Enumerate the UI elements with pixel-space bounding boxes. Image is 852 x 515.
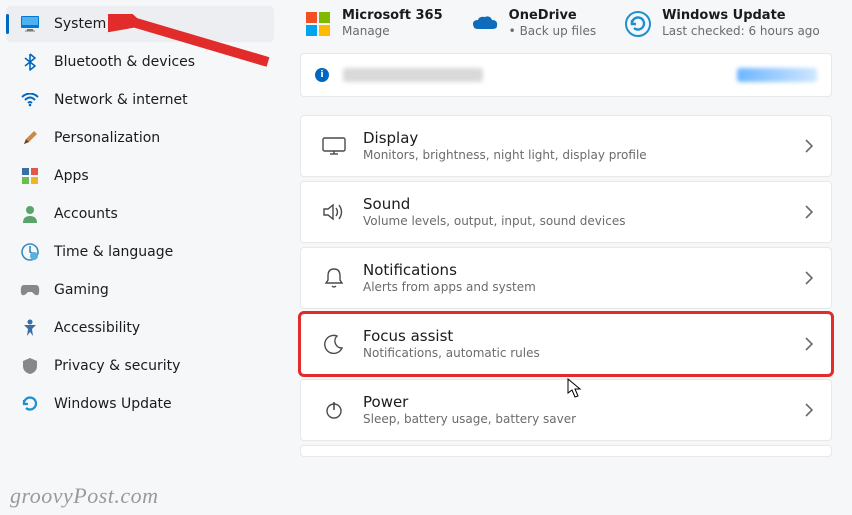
sidebar-item-label: System	[54, 16, 106, 32]
setting-title: Sound	[363, 195, 625, 215]
top-card-title: OneDrive	[509, 8, 596, 24]
bluetooth-icon	[20, 52, 40, 72]
clock-globe-icon	[20, 242, 40, 262]
monitor-icon	[20, 14, 40, 34]
chevron-right-icon	[805, 403, 813, 417]
display-icon	[315, 137, 353, 155]
sidebar-item-label: Accessibility	[54, 320, 140, 336]
sidebar-item-label: Bluetooth & devices	[54, 54, 195, 70]
sidebar-item-gaming[interactable]: Gaming	[6, 272, 274, 308]
setting-focus-assist[interactable]: Focus assist Notifications, automatic ru…	[300, 313, 832, 375]
sidebar-item-label: Privacy & security	[54, 358, 180, 374]
gamepad-icon	[20, 280, 40, 300]
main-content: Microsoft 365 Manage OneDrive • Back up …	[280, 0, 852, 515]
person-icon	[20, 204, 40, 224]
moon-icon	[315, 334, 353, 354]
sidebar-item-system[interactable]: System	[6, 6, 274, 42]
info-icon: i	[315, 68, 329, 82]
setting-title: Display	[363, 129, 647, 149]
grid-icon	[20, 166, 40, 186]
sidebar-item-bluetooth[interactable]: Bluetooth & devices	[6, 44, 274, 80]
setting-partial[interactable]	[300, 445, 832, 457]
setting-power[interactable]: Power Sleep, battery usage, battery save…	[300, 379, 832, 441]
redacted-text	[343, 68, 483, 82]
sidebar-item-label: Apps	[54, 168, 89, 184]
sidebar-item-apps[interactable]: Apps	[6, 158, 274, 194]
top-card-microsoft365[interactable]: Microsoft 365 Manage	[304, 8, 443, 39]
setting-title: Focus assist	[363, 327, 540, 347]
setting-sound[interactable]: Sound Volume levels, output, input, soun…	[300, 181, 832, 243]
sidebar-item-label: Gaming	[54, 282, 109, 298]
sidebar-item-network[interactable]: Network & internet	[6, 82, 274, 118]
sidebar-item-label: Accounts	[54, 206, 118, 222]
top-card-windows-update[interactable]: Windows Update Last checked: 6 hours ago	[624, 8, 820, 39]
sidebar-item-label: Network & internet	[54, 92, 188, 108]
setting-sub: Alerts from apps and system	[363, 280, 536, 296]
shield-icon	[20, 356, 40, 376]
sidebar-item-personalization[interactable]: Personalization	[6, 120, 274, 156]
top-card-title: Windows Update	[662, 8, 820, 24]
accessibility-icon	[20, 318, 40, 338]
power-icon	[315, 400, 353, 420]
setting-sub: Volume levels, output, input, sound devi…	[363, 214, 625, 230]
chevron-right-icon	[805, 271, 813, 285]
top-card-sub: • Back up files	[509, 24, 596, 39]
bell-icon	[315, 267, 353, 289]
info-bar[interactable]: i	[300, 53, 832, 97]
setting-display[interactable]: Display Monitors, brightness, night ligh…	[300, 115, 832, 177]
sidebar-item-accounts[interactable]: Accounts	[6, 196, 274, 232]
update-icon	[624, 10, 652, 38]
setting-sub: Notifications, automatic rules	[363, 346, 540, 362]
setting-sub: Sleep, battery usage, battery saver	[363, 412, 576, 428]
top-card-title: Microsoft 365	[342, 8, 443, 24]
top-card-sub: Manage	[342, 24, 443, 39]
onedrive-icon	[471, 10, 499, 38]
top-card-sub: Last checked: 6 hours ago	[662, 24, 820, 39]
setting-title: Power	[363, 393, 576, 413]
sidebar-item-time-language[interactable]: Time & language	[6, 234, 274, 270]
top-card-onedrive[interactable]: OneDrive • Back up files	[471, 8, 596, 39]
update-icon	[20, 394, 40, 414]
sidebar-item-privacy[interactable]: Privacy & security	[6, 348, 274, 384]
chevron-right-icon	[805, 139, 813, 153]
sidebar: System Bluetooth & devices Network & int…	[0, 0, 280, 515]
setting-sub: Monitors, brightness, night light, displ…	[363, 148, 647, 164]
redacted-action	[737, 68, 817, 82]
sidebar-item-accessibility[interactable]: Accessibility	[6, 310, 274, 346]
sidebar-item-label: Windows Update	[54, 396, 172, 412]
sidebar-item-windows-update[interactable]: Windows Update	[6, 386, 274, 422]
sidebar-item-label: Time & language	[54, 244, 173, 260]
microsoft-icon	[304, 10, 332, 38]
top-cards-row: Microsoft 365 Manage OneDrive • Back up …	[300, 8, 832, 39]
wifi-icon	[20, 90, 40, 110]
sidebar-item-label: Personalization	[54, 130, 160, 146]
setting-title: Notifications	[363, 261, 536, 281]
sound-icon	[315, 202, 353, 222]
brush-icon	[20, 128, 40, 148]
chevron-right-icon	[805, 205, 813, 219]
chevron-right-icon	[805, 337, 813, 351]
setting-notifications[interactable]: Notifications Alerts from apps and syste…	[300, 247, 832, 309]
